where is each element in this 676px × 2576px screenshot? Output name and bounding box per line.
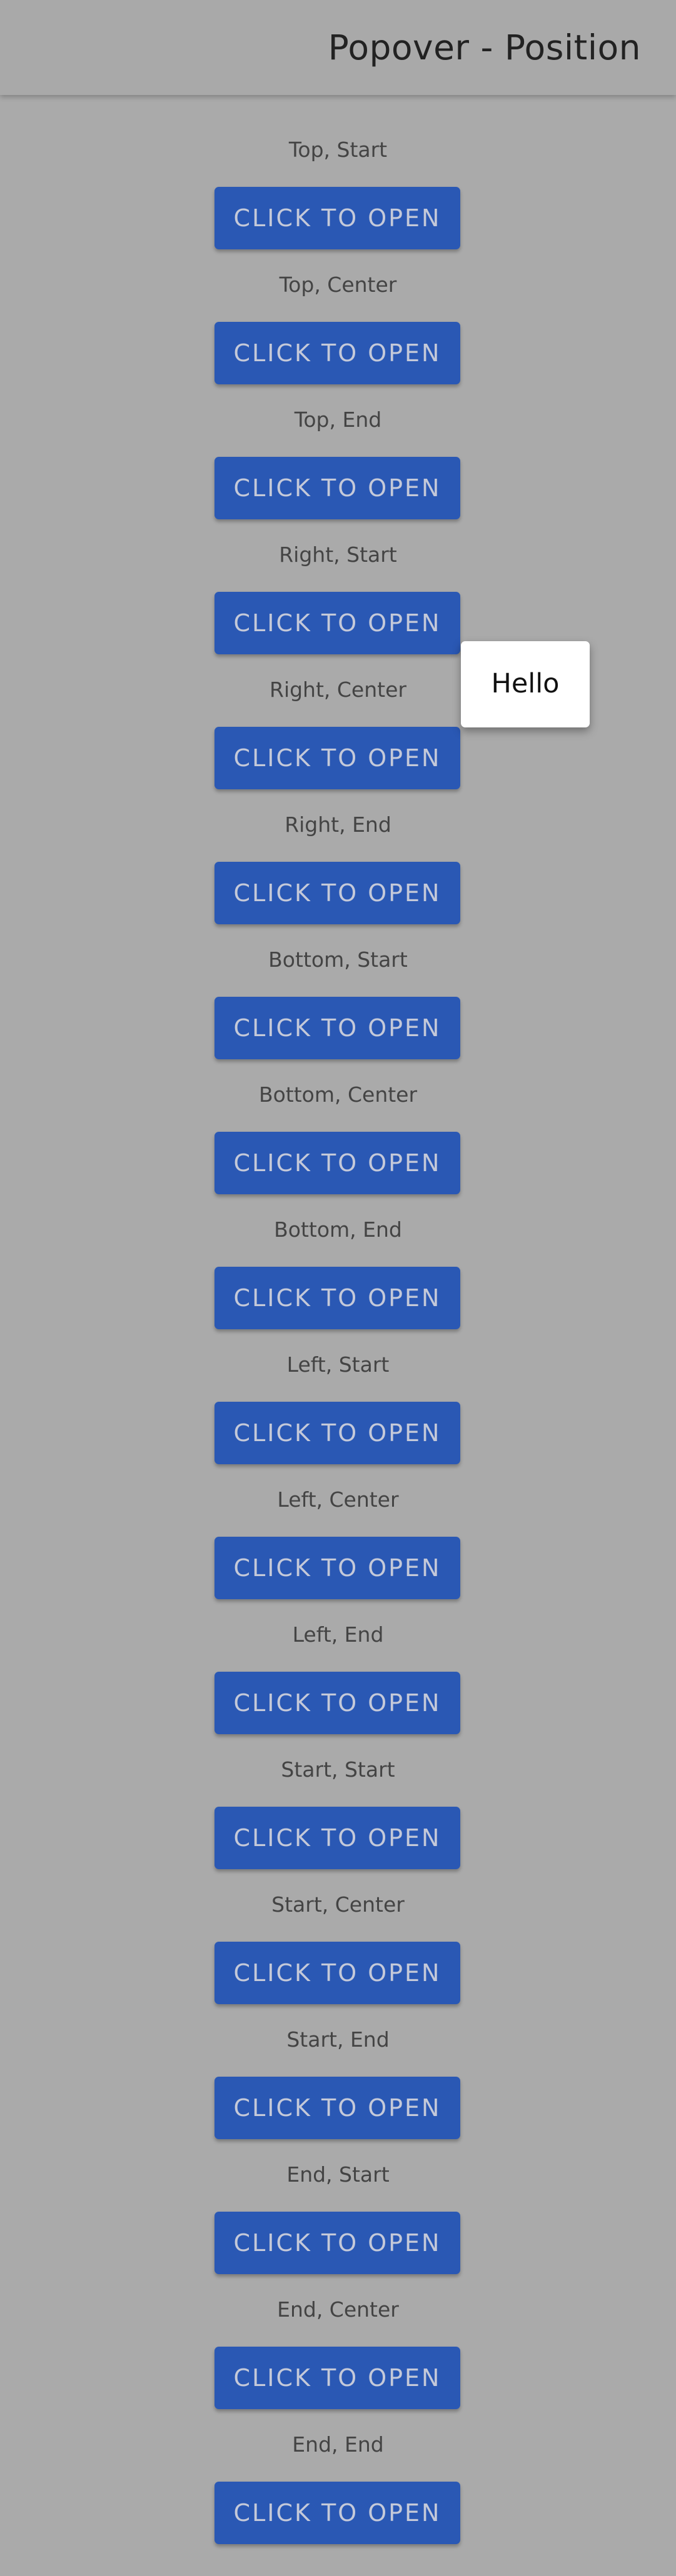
position-label: Left, End — [292, 1622, 384, 1647]
position-item-start-center: Start, Center CLICK TO OPEN — [0, 1850, 676, 2004]
position-item-start-end: Start, End CLICK TO OPEN — [0, 1985, 676, 2139]
popover-text: Hello — [491, 668, 560, 699]
position-label: Start, Start — [281, 1757, 395, 1782]
position-item-bottom-center: Bottom, Center CLICK TO OPEN — [0, 1040, 676, 1194]
position-label: Start, Center — [271, 1892, 405, 1917]
popover[interactable]: Hello — [461, 641, 590, 727]
position-item-end-center: End, Center CLICK TO OPEN — [0, 2255, 676, 2409]
open-popover-button[interactable]: CLICK TO OPEN — [214, 2482, 460, 2544]
position-label: Top, End — [294, 407, 382, 432]
page-title: Popover - Position — [328, 27, 641, 67]
position-label: Right, End — [285, 812, 391, 837]
position-label: End, Start — [286, 2162, 390, 2187]
position-item-top-end: Top, End CLICK TO OPEN — [0, 365, 676, 519]
position-item-bottom-end: Bottom, End CLICK TO OPEN — [0, 1175, 676, 1329]
position-label: Start, End — [286, 2027, 390, 2052]
position-label: Left, Start — [286, 1352, 390, 1377]
position-label: End, End — [292, 2432, 384, 2457]
position-label: Bottom, Center — [258, 1082, 418, 1107]
position-item-right-start: Right, Start CLICK TO OPEN — [0, 500, 676, 654]
position-item-end-start: End, Start CLICK TO OPEN — [0, 2120, 676, 2274]
position-item-start-start: Start, Start CLICK TO OPEN — [0, 1715, 676, 1869]
position-label: Top, Center — [279, 272, 397, 297]
position-item-right-end: Right, End CLICK TO OPEN — [0, 770, 676, 924]
position-item-left-start: Left, Start CLICK TO OPEN — [0, 1310, 676, 1464]
position-item-end-end: End, End CLICK TO OPEN — [0, 2390, 676, 2544]
position-label: End, Center — [277, 2297, 399, 2322]
position-item-top-center: Top, Center CLICK TO OPEN — [0, 230, 676, 384]
position-item-left-end: Left, End CLICK TO OPEN — [0, 1580, 676, 1734]
app-header: Popover - Position — [0, 0, 676, 95]
position-item-left-center: Left, Center CLICK TO OPEN — [0, 1445, 676, 1599]
position-item-top-start: Top, Start CLICK TO OPEN — [0, 95, 676, 249]
position-label: Bottom, Start — [268, 947, 408, 972]
position-label: Bottom, End — [274, 1217, 402, 1242]
position-label: Top, Start — [288, 137, 388, 162]
position-item-bottom-start: Bottom, Start CLICK TO OPEN — [0, 905, 676, 1059]
position-label: Left, Center — [277, 1487, 399, 1512]
position-label: Right, Start — [279, 542, 397, 567]
